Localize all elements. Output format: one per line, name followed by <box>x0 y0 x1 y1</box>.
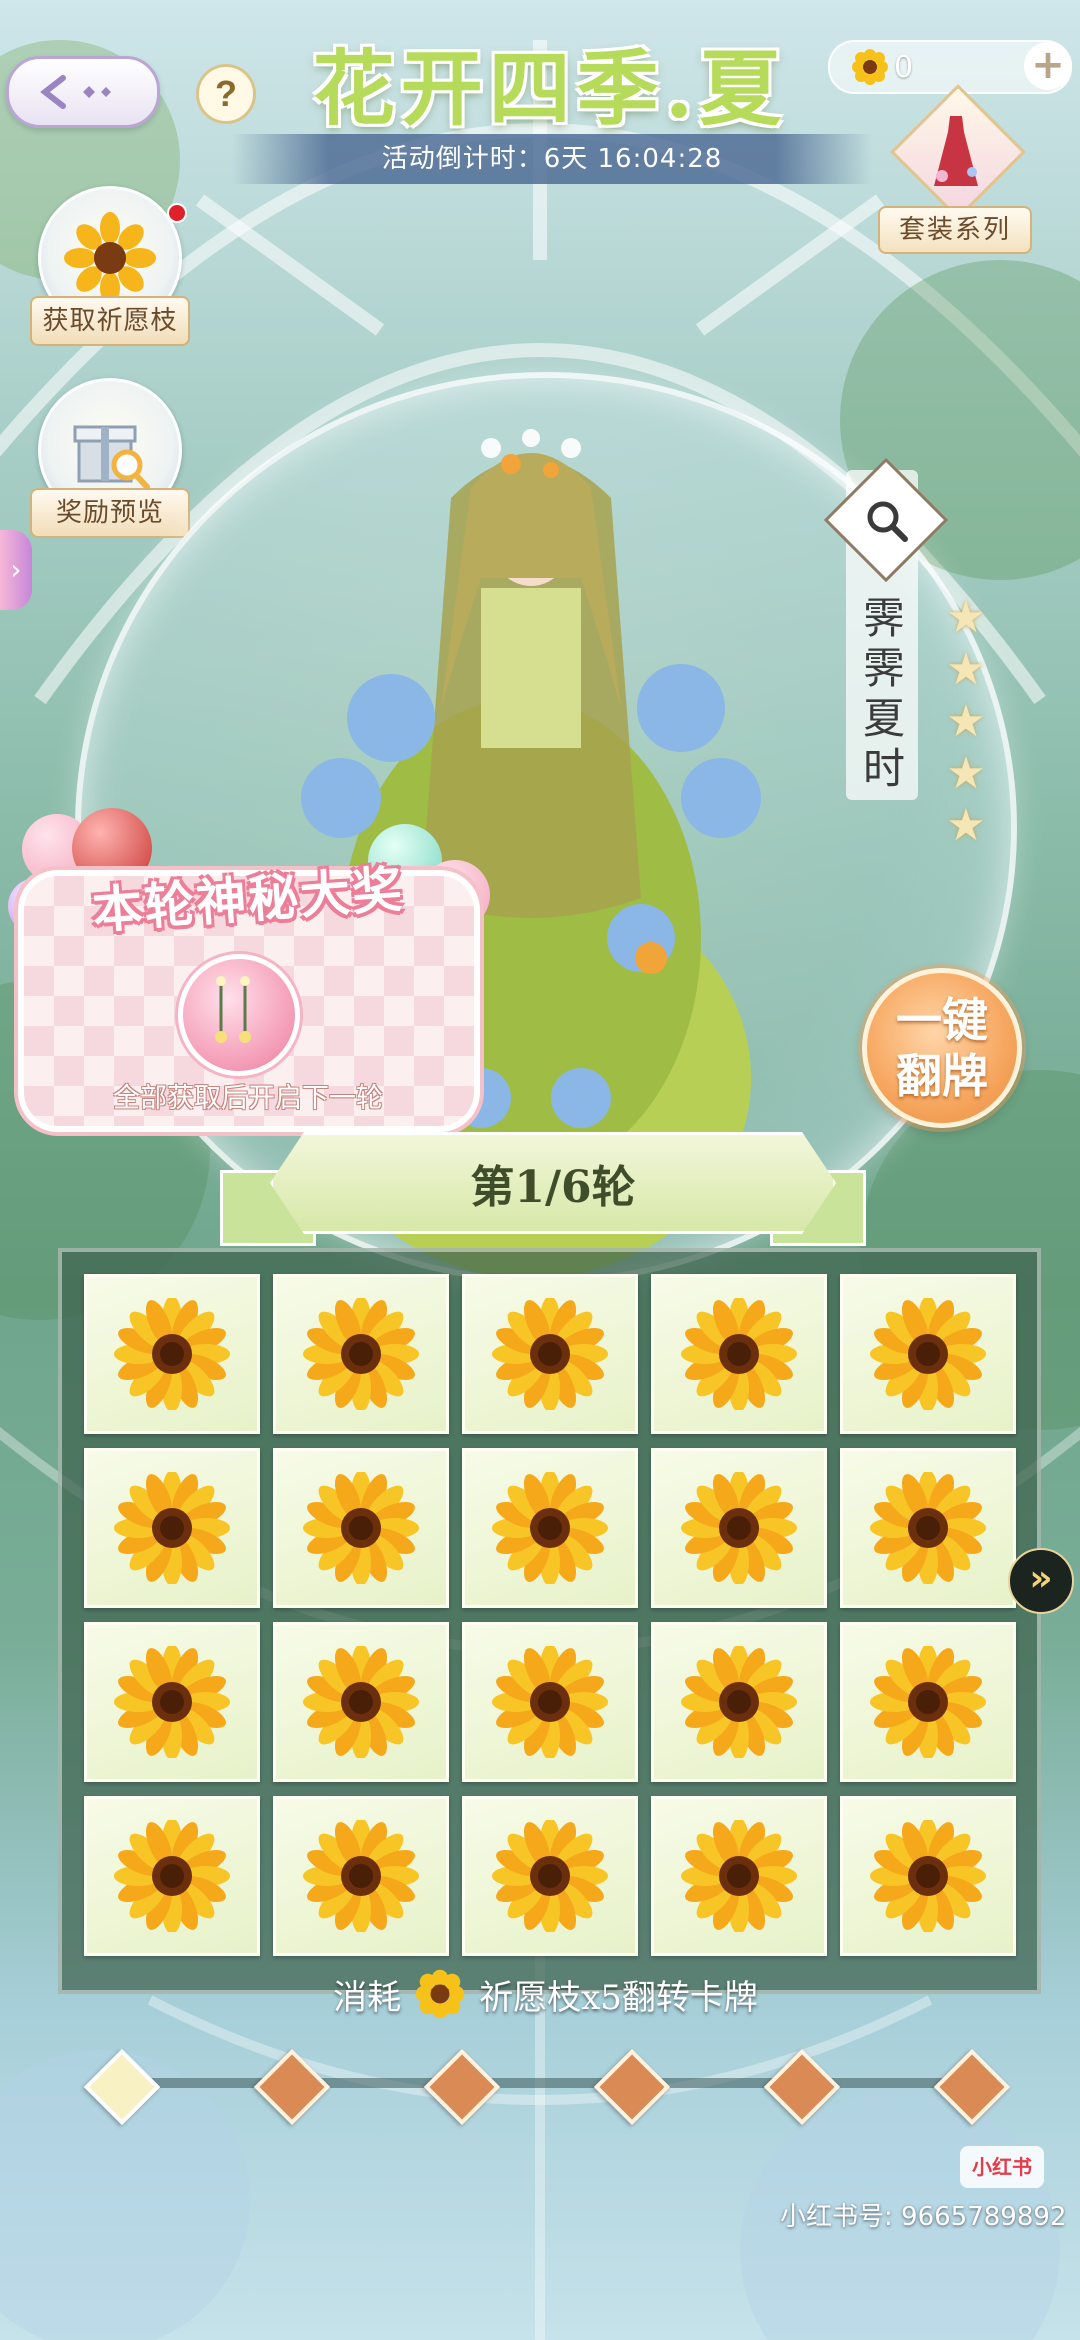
one-key-flip-label: 一键翻牌 <box>896 993 988 1103</box>
round-label: 第1/6轮 <box>470 1162 636 1213</box>
sunflower-icon <box>114 1646 230 1758</box>
sunflower-icon <box>681 1820 797 1932</box>
sunflower-icon <box>492 1472 608 1584</box>
back-arrow-icon <box>40 75 111 109</box>
reward-preview-button[interactable]: 奖励预览 <box>30 378 190 538</box>
sunflower-icon <box>681 1298 797 1410</box>
flip-card-grid <box>58 1248 1041 1994</box>
one-key-flip-button[interactable]: 一键翻牌 <box>862 968 1022 1128</box>
watermark: 小红书 小红书号: 9665789892 <box>780 2146 1080 2266</box>
sunflower-icon <box>114 1472 230 1584</box>
flip-card[interactable] <box>840 1796 1016 1956</box>
star-icon: ★ <box>946 696 986 747</box>
flip-card[interactable] <box>273 1448 449 1608</box>
sunflower-icon <box>303 1646 419 1758</box>
magnifier-icon <box>867 501 908 542</box>
side-drawer-toggle[interactable]: › <box>0 530 32 610</box>
gift-search-icon <box>73 425 150 490</box>
round-banner: 第1/6轮 <box>270 1132 836 1234</box>
flip-card[interactable] <box>273 1274 449 1434</box>
dress-icon <box>934 116 978 186</box>
flip-card[interactable] <box>840 1274 1016 1434</box>
star-icon: ★ <box>946 748 986 799</box>
countdown-label: 活动倒计时： <box>381 144 544 174</box>
reward-preview-label: 奖励预览 <box>30 488 190 538</box>
round-node <box>763 2048 841 2126</box>
flip-card[interactable] <box>84 1796 260 1956</box>
star-icon: ★ <box>946 800 986 851</box>
sunflower-icon <box>303 1472 419 1584</box>
round-node <box>593 2048 671 2126</box>
earring-icon <box>215 976 251 1043</box>
sunflower-icon <box>114 1298 230 1410</box>
suit-series-label: 套装系列 <box>878 206 1032 254</box>
currency-value: 0 <box>894 49 914 85</box>
flip-card[interactable] <box>462 1622 638 1782</box>
help-button[interactable]: ? <box>196 64 256 124</box>
sunflower-icon <box>870 1298 986 1410</box>
watermark-id: 小红书号: 9665789892 <box>780 2202 1067 2232</box>
sunflower-icon <box>870 1472 986 1584</box>
flip-card[interactable] <box>651 1274 827 1434</box>
cost-info: 消耗 祈愿枝x5翻转卡牌 <box>58 1964 1033 2024</box>
sunflower-icon <box>870 1646 986 1758</box>
flip-card[interactable] <box>273 1622 449 1782</box>
round-node <box>423 2048 501 2126</box>
flip-card[interactable] <box>651 1622 827 1782</box>
flip-card[interactable] <box>651 1796 827 1956</box>
cost-prefix: 消耗 <box>333 1977 402 2018</box>
star-icon: ★ <box>946 592 986 643</box>
event-title: 花开四季.夏 <box>312 41 788 137</box>
cost-suffix: 祈愿枝x5翻转卡牌 <box>479 1977 758 2018</box>
xiaohongshu-logo: 小红书 <box>960 2146 1044 2188</box>
flip-card[interactable] <box>651 1448 827 1608</box>
sunflower-icon <box>492 1820 608 1932</box>
add-currency-button[interactable]: + <box>1024 42 1072 90</box>
currency-counter: 0 + <box>828 40 1072 94</box>
round-node <box>253 2048 331 2126</box>
sunflower-icon <box>681 1646 797 1758</box>
flip-card[interactable] <box>84 1622 260 1782</box>
countdown-value: 6天 16:04:28 <box>543 144 723 174</box>
sunflower-icon <box>64 212 156 304</box>
suit-series-button[interactable]: 套装系列 <box>868 84 1038 258</box>
round-node <box>83 2048 161 2126</box>
sunflower-icon <box>415 1969 465 2019</box>
flip-card[interactable] <box>840 1448 1016 1608</box>
flip-card[interactable] <box>462 1796 638 1956</box>
flip-card[interactable] <box>84 1448 260 1608</box>
star-icon: ★ <box>946 644 986 695</box>
round-node <box>933 2048 1011 2126</box>
outfit-rating: ★ ★ ★ ★ ★ <box>936 592 996 852</box>
sunflower-icon <box>852 49 888 85</box>
countdown-bar: 活动倒计时：6天 16:04:28 <box>232 134 872 184</box>
flip-card[interactable] <box>84 1274 260 1434</box>
get-wish-branch-button[interactable]: 获取祈愿枝 <box>30 186 190 346</box>
sunflower-icon <box>870 1820 986 1932</box>
flip-card[interactable] <box>462 1274 638 1434</box>
mystery-prize-card[interactable]: 本轮神秘大奖 全部获取后开启下一轮 <box>8 800 490 1132</box>
round-progress <box>70 2042 1011 2126</box>
sunflower-icon <box>492 1298 608 1410</box>
back-button[interactable] <box>6 56 160 128</box>
next-page-button[interactable]: » <box>1008 1548 1074 1614</box>
outfit-name: 霁霁夏时 <box>862 594 905 793</box>
sunflower-icon <box>303 1820 419 1932</box>
flip-card[interactable] <box>840 1622 1016 1782</box>
sunflower-icon <box>492 1646 608 1758</box>
flip-card[interactable] <box>273 1796 449 1956</box>
flip-card[interactable] <box>462 1448 638 1608</box>
notification-dot <box>167 203 187 223</box>
sunflower-icon <box>114 1820 230 1932</box>
earring-prize-icon <box>178 954 300 1076</box>
get-wish-branch-label: 获取祈愿枝 <box>30 296 190 346</box>
sunflower-icon <box>681 1472 797 1584</box>
progress-track <box>110 2078 990 2088</box>
mystery-prize-note: 全部获取后开启下一轮 <box>113 1083 383 1114</box>
sunflower-icon <box>303 1298 419 1410</box>
